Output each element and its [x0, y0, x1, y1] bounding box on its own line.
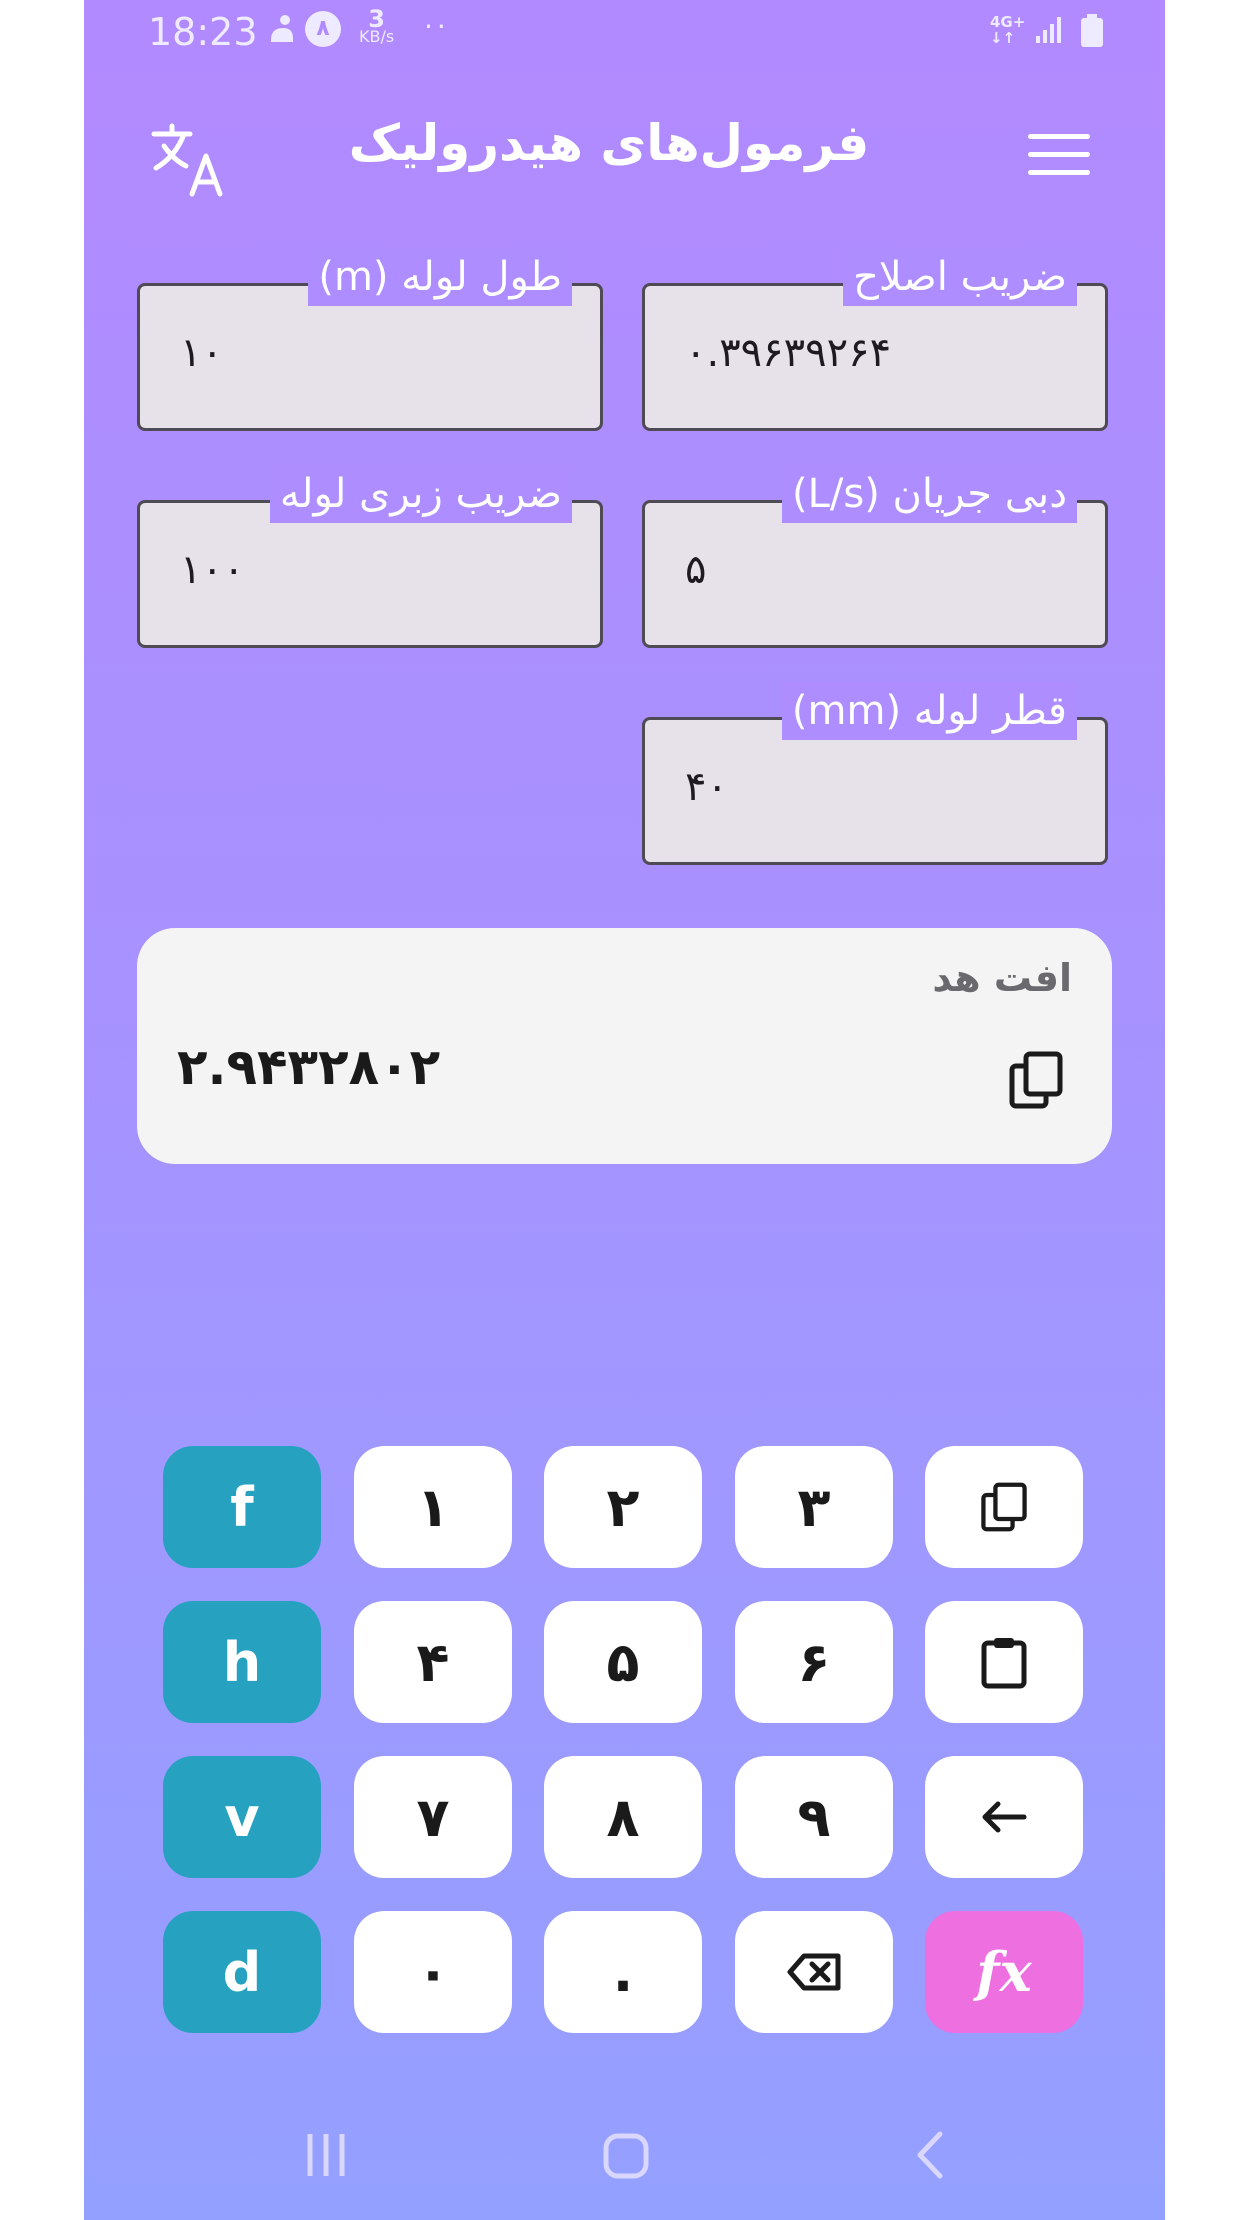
battery-icon: [1081, 14, 1103, 47]
key-f[interactable]: f: [163, 1446, 321, 1568]
network-type: 4G+ ↓↑: [990, 13, 1026, 47]
clipboard-icon: [981, 1638, 1027, 1689]
status-dots: ··: [424, 10, 450, 43]
menu-icon[interactable]: [1028, 134, 1090, 178]
field-value: ۴۰: [685, 764, 728, 810]
key-9[interactable]: ۹: [735, 1756, 893, 1878]
backspace-key[interactable]: [735, 1911, 893, 2033]
key-0[interactable]: ۰: [354, 1911, 512, 2033]
copy-icon: [981, 1482, 1027, 1532]
field-label: ضریب اصلاح: [843, 248, 1077, 306]
status-bar: 18:23 ۸ 3 KB/s ·· 4G+ ↓↑: [84, 0, 1165, 64]
arrow-left-icon: [982, 1801, 1027, 1833]
translate-icon[interactable]: [150, 120, 230, 200]
back-icon[interactable]: [910, 2130, 950, 2180]
arrow-left-key[interactable]: [925, 1756, 1083, 1878]
signal-icon: [1036, 17, 1061, 43]
key-2[interactable]: ۲: [544, 1446, 702, 1568]
net-speed: 3 KB/s: [359, 5, 395, 46]
flow-rate-field[interactable]: دبی جریان (L/s) ۵: [642, 465, 1108, 648]
result-label: افت هد: [932, 956, 1072, 1000]
key-1[interactable]: ۱: [354, 1446, 512, 1568]
pipe-roughness-field[interactable]: ضریب زبری لوله ۱۰۰: [137, 465, 603, 648]
recent-apps-icon[interactable]: [302, 2130, 350, 2180]
backspace-icon: [787, 1953, 841, 1991]
field-label: طول لوله (m): [308, 248, 572, 306]
key-6[interactable]: ۶: [735, 1601, 893, 1723]
data-arrows-icon: ↓↑: [990, 29, 1016, 47]
home-icon[interactable]: [602, 2130, 650, 2180]
field-value: ۱۰۰: [180, 547, 245, 593]
key-h[interactable]: h: [163, 1601, 321, 1723]
pipe-length-field[interactable]: طول لوله (m) ۱۰: [137, 248, 603, 431]
field-value: ۵: [685, 547, 707, 593]
copy-key[interactable]: [925, 1446, 1083, 1568]
key-4[interactable]: ۴: [354, 1601, 512, 1723]
formula-key[interactable]: fx: [925, 1911, 1083, 2033]
key-5[interactable]: ۵: [544, 1601, 702, 1723]
paste-key[interactable]: [925, 1601, 1083, 1723]
key-v[interactable]: v: [163, 1756, 321, 1878]
copy-icon[interactable]: [1008, 1050, 1064, 1110]
correction-factor-field[interactable]: ضریب اصلاح ۰.۳۹۶۳۹۲۶۴: [642, 248, 1108, 431]
page-title: فرمول‌های هیدرولیک: [348, 114, 870, 172]
key-3[interactable]: ۳: [735, 1446, 893, 1568]
field-value: ۱۰: [180, 330, 223, 376]
status-time: 18:23: [148, 10, 258, 54]
result-card: افت هد ۲.۹۴۳۲۸۰۲: [137, 928, 1112, 1164]
key-8[interactable]: ۸: [544, 1756, 702, 1878]
notification-badge-icon: ۸: [305, 11, 341, 47]
pipe-diameter-field[interactable]: قطر لوله (mm) ۴۰: [642, 682, 1108, 865]
key-d[interactable]: d: [163, 1911, 321, 2033]
field-label: قطر لوله (mm): [781, 682, 1077, 740]
field-value: ۰.۳۹۶۳۹۲۶۴: [685, 330, 892, 376]
key-decimal[interactable]: .: [544, 1911, 702, 2033]
result-value: ۲.۹۴۳۲۸۰۲: [177, 1038, 441, 1096]
field-label: دبی جریان (L/s): [781, 465, 1077, 523]
app-screen: 18:23 ۸ 3 KB/s ·· 4G+ ↓↑: [84, 0, 1165, 2220]
app-notification-icon: [271, 15, 293, 42]
field-label: ضریب زبری لوله: [269, 465, 572, 523]
key-7[interactable]: ۷: [354, 1756, 512, 1878]
